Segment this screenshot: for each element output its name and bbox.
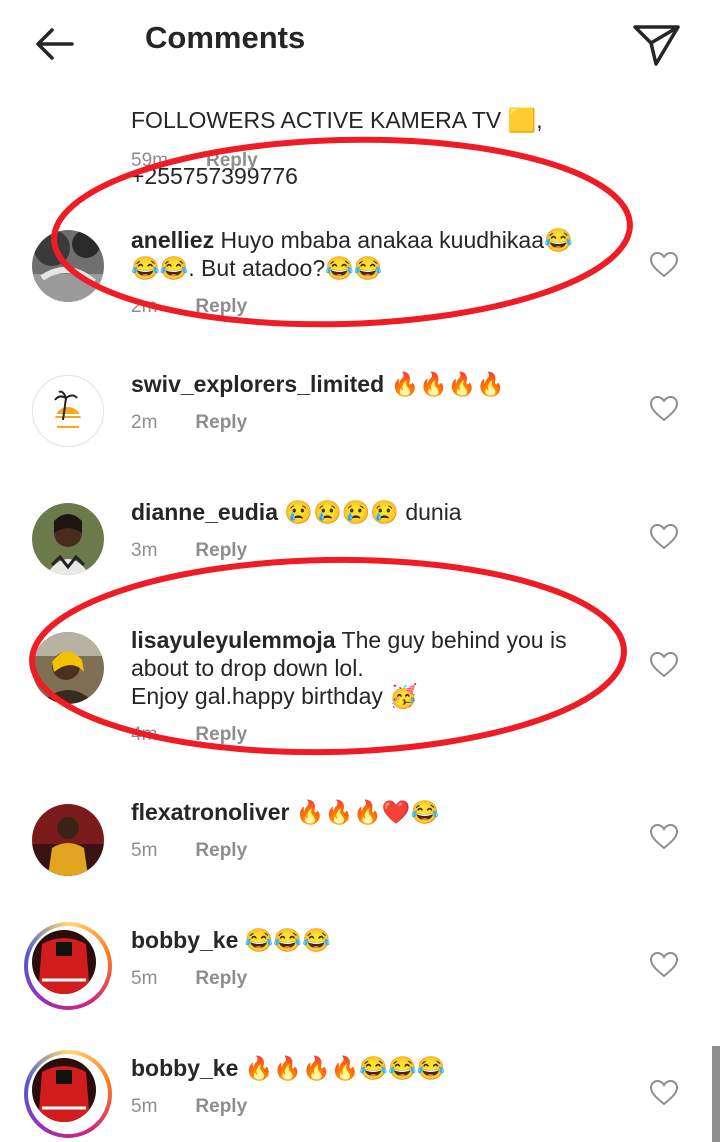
comment-meta: 5m Reply	[131, 968, 247, 990]
reply-button[interactable]: Reply	[195, 412, 247, 433]
reply-button[interactable]: Reply	[195, 1096, 247, 1117]
header-bar: Comments	[0, 0, 720, 84]
heart-icon	[649, 651, 679, 678]
avatar-photo	[32, 230, 104, 302]
comment-time: 2m	[131, 412, 158, 433]
comment-time: 3m	[131, 540, 158, 561]
back-arrow-icon	[36, 28, 74, 60]
avatar-photo	[32, 1058, 96, 1122]
avatar-photo	[32, 632, 104, 704]
avatar-logo	[33, 376, 103, 446]
like-button[interactable]	[649, 395, 679, 422]
comment-meta: 5m Reply	[131, 840, 247, 862]
share-button[interactable]	[628, 18, 684, 70]
avatar[interactable]	[32, 503, 104, 575]
comment-username[interactable]: bobby_ke	[131, 1055, 238, 1081]
comment-text: 🔥🔥🔥❤️😂	[295, 799, 440, 825]
avatar[interactable]	[32, 632, 104, 704]
reply-button[interactable]: Reply	[195, 296, 247, 317]
avatar	[32, 1058, 96, 1122]
reply-button[interactable]: Reply	[195, 540, 247, 561]
reply-button[interactable]: Reply	[206, 150, 258, 171]
comment-meta: 2m Reply	[131, 296, 247, 318]
comment-meta: 59m Reply	[131, 150, 258, 172]
scrollbar[interactable]	[712, 1046, 720, 1142]
avatar-photo	[32, 804, 104, 876]
heart-icon	[649, 523, 679, 550]
like-button[interactable]	[649, 251, 679, 278]
avatar[interactable]	[32, 375, 104, 447]
like-button[interactable]	[649, 651, 679, 678]
like-button[interactable]	[649, 1079, 679, 1106]
comment-username[interactable]: swiv_explorers_limited	[131, 371, 384, 397]
comment-text: 🔥🔥🔥🔥	[390, 371, 506, 397]
partial-comment-line1: FOLLOWERS ACTIVE KAMERA TV 🟨,	[131, 107, 543, 133]
comment-username[interactable]: bobby_ke	[131, 927, 238, 953]
heart-icon	[649, 951, 679, 978]
comments-list[interactable]: FOLLOWERS ACTIVE KAMERA TV 🟨, +255757399…	[0, 84, 720, 1142]
comment-meta: 5m Reply	[131, 1096, 247, 1118]
avatar-photo	[32, 503, 104, 575]
like-button[interactable]	[649, 951, 679, 978]
heart-icon	[649, 251, 679, 278]
comment-text: 😂😂😂	[244, 927, 331, 953]
comment-username[interactable]: flexatronoliver	[131, 799, 290, 825]
back-button[interactable]	[28, 20, 84, 68]
avatar[interactable]	[32, 804, 104, 876]
comment-username[interactable]: anelliez	[131, 227, 214, 253]
reply-button[interactable]: Reply	[195, 968, 247, 989]
reply-button[interactable]: Reply	[195, 724, 247, 745]
like-button[interactable]	[649, 823, 679, 850]
heart-icon	[649, 823, 679, 850]
comment-time: 5m	[131, 840, 158, 861]
comment-time: 4m	[131, 724, 158, 745]
comment-meta: 3m Reply	[131, 540, 247, 562]
page-title: Comments	[145, 20, 306, 55]
comment-meta: 4m Reply	[131, 724, 247, 746]
comment-username[interactable]: lisayuleyulemmoja	[131, 627, 336, 653]
comment-meta: 2m Reply	[131, 412, 247, 434]
avatar	[32, 930, 96, 994]
reply-button[interactable]: Reply	[195, 840, 247, 861]
comment-username[interactable]: dianne_eudia	[131, 499, 278, 525]
comment-time: 59m	[131, 150, 168, 171]
comment-time: 5m	[131, 968, 158, 989]
heart-icon	[649, 1079, 679, 1106]
comment-text: 😢😢😢😢 dunia	[284, 499, 462, 525]
story-ring[interactable]	[24, 1050, 112, 1138]
story-ring[interactable]	[24, 922, 112, 1010]
avatar-photo	[32, 930, 96, 994]
send-icon	[633, 25, 680, 66]
like-button[interactable]	[649, 523, 679, 550]
heart-icon	[649, 395, 679, 422]
comment-time: 2m	[131, 296, 158, 317]
comment-text: 🔥🔥🔥🔥😂😂😂	[244, 1055, 446, 1081]
comment-time: 5m	[131, 1096, 158, 1117]
avatar[interactable]	[32, 230, 104, 302]
